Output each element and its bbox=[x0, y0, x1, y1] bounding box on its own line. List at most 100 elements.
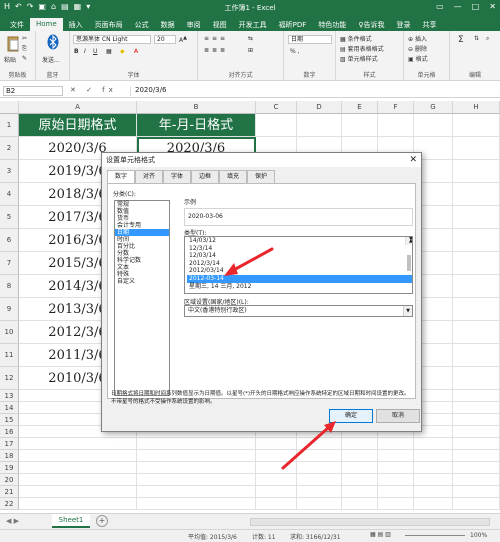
table-cell[interactable] bbox=[453, 390, 500, 402]
table-cell[interactable] bbox=[453, 367, 500, 390]
table-cell[interactable] bbox=[378, 462, 414, 474]
table-cell[interactable] bbox=[453, 321, 500, 344]
close-icon[interactable]: ✕ bbox=[489, 2, 496, 11]
table-cell[interactable] bbox=[453, 426, 500, 438]
table-cell[interactable] bbox=[414, 498, 453, 510]
row-header[interactable]: 1 bbox=[0, 114, 19, 137]
table-cell[interactable] bbox=[19, 462, 137, 474]
table-cell[interactable] bbox=[297, 486, 342, 498]
table-cell[interactable] bbox=[137, 438, 256, 450]
table-cell[interactable] bbox=[378, 450, 414, 462]
table-cell[interactable] bbox=[297, 450, 342, 462]
dialog-tab-fill[interactable]: 填充 bbox=[219, 170, 247, 183]
category-item[interactable]: 日期 bbox=[115, 229, 169, 236]
table-cell[interactable] bbox=[378, 438, 414, 450]
header-original-date[interactable]: 原始日期格式 bbox=[19, 114, 137, 137]
table-cell[interactable] bbox=[378, 114, 414, 137]
font-color-icon[interactable]: A bbox=[134, 48, 138, 55]
table-cell[interactable] bbox=[19, 438, 137, 450]
fill-color-icon[interactable]: ◆ bbox=[120, 48, 125, 55]
format-cells-button[interactable]: ▣ 格式 bbox=[408, 54, 428, 63]
format-painter-icon[interactable]: ✎ bbox=[22, 55, 27, 62]
cut-icon[interactable]: ✂ bbox=[22, 35, 27, 42]
category-item[interactable]: 会计专用 bbox=[115, 222, 169, 229]
table-cell[interactable] bbox=[414, 462, 453, 474]
row-header[interactable]: 7 bbox=[0, 252, 19, 275]
sort-filter-icon[interactable]: ⇅ bbox=[474, 35, 479, 42]
tab-file[interactable]: 文件 bbox=[4, 18, 30, 31]
tab-special-features[interactable]: 特色功能 bbox=[312, 18, 352, 31]
tab-page-layout[interactable]: 页面布局 bbox=[89, 18, 129, 31]
row-header[interactable]: 6 bbox=[0, 229, 19, 252]
type-item[interactable]: 12/03/14 bbox=[187, 252, 412, 260]
table-cell[interactable] bbox=[453, 450, 500, 462]
table-cell[interactable] bbox=[256, 474, 297, 486]
dialog-tab-alignment[interactable]: 对齐 bbox=[135, 170, 163, 183]
table-cell[interactable] bbox=[19, 474, 137, 486]
tab-data[interactable]: 数据 bbox=[155, 18, 181, 31]
category-item[interactable]: 百分比 bbox=[115, 243, 169, 250]
table-cell[interactable] bbox=[414, 114, 453, 137]
table-cell[interactable] bbox=[453, 344, 500, 367]
type-item[interactable]: 12/3/14 bbox=[187, 245, 412, 253]
table-cell[interactable] bbox=[414, 450, 453, 462]
wrap-text-icon[interactable]: ⇆ bbox=[248, 35, 253, 42]
column-header[interactable]: E bbox=[342, 101, 378, 114]
row-header[interactable]: 5 bbox=[0, 206, 19, 229]
table-cell[interactable] bbox=[414, 474, 453, 486]
category-item[interactable]: 文本 bbox=[115, 264, 169, 271]
bold-button[interactable]: B bbox=[74, 48, 79, 55]
row-header[interactable]: 22 bbox=[0, 498, 19, 510]
table-cell[interactable] bbox=[137, 486, 256, 498]
table-cell[interactable] bbox=[256, 114, 297, 137]
insert-cells-button[interactable]: ⊕ 插入 bbox=[408, 34, 427, 43]
table-cell[interactable] bbox=[342, 486, 378, 498]
row-header[interactable]: 15 bbox=[0, 414, 19, 426]
category-item[interactable]: 自定义 bbox=[115, 278, 169, 285]
table-cell[interactable] bbox=[342, 462, 378, 474]
sign-in-link[interactable]: 登录 bbox=[390, 18, 416, 31]
number-format-select[interactable]: 日期 bbox=[288, 35, 332, 44]
row-header[interactable]: 20 bbox=[0, 474, 19, 486]
table-cell[interactable] bbox=[19, 486, 137, 498]
table-cell[interactable] bbox=[342, 450, 378, 462]
bluetooth-send-button[interactable]: 发送... bbox=[42, 55, 60, 64]
scroll-thumb[interactable] bbox=[407, 255, 411, 271]
dialog-title-bar[interactable]: 设置单元格格式 ✕ bbox=[102, 153, 421, 167]
category-item[interactable]: 时间 bbox=[115, 236, 169, 243]
table-cell[interactable] bbox=[342, 438, 378, 450]
formula-input[interactable]: 2020/3/6 bbox=[130, 86, 495, 96]
table-cell[interactable] bbox=[256, 462, 297, 474]
cancel-button[interactable]: 取消 bbox=[376, 409, 420, 423]
category-item[interactable]: 数值 bbox=[115, 208, 169, 215]
table-cell[interactable] bbox=[453, 402, 500, 414]
column-header[interactable]: D bbox=[297, 101, 342, 114]
column-header[interactable]: C bbox=[256, 101, 297, 114]
table-cell[interactable] bbox=[297, 114, 342, 137]
column-header[interactable]: A bbox=[19, 101, 137, 114]
tab-review[interactable]: 审阅 bbox=[181, 18, 207, 31]
tab-home[interactable]: Home bbox=[30, 18, 63, 31]
table-cell[interactable] bbox=[453, 183, 500, 206]
table-cell[interactable] bbox=[256, 498, 297, 510]
dialog-tab-protection[interactable]: 保护 bbox=[247, 170, 275, 183]
category-item[interactable]: 特殊 bbox=[115, 271, 169, 278]
select-all-corner[interactable] bbox=[0, 101, 19, 114]
type-item[interactable]: 14/03/12 bbox=[187, 237, 412, 245]
grow-font-icon[interactable]: A▲ bbox=[179, 35, 187, 44]
column-header[interactable]: G bbox=[414, 101, 453, 114]
tab-insert[interactable]: 插入 bbox=[63, 18, 89, 31]
formula-buttons[interactable]: ✕ ✓ fx bbox=[70, 86, 117, 94]
conditional-formatting-button[interactable]: ▦ 条件格式 bbox=[340, 34, 372, 43]
table-cell[interactable] bbox=[378, 474, 414, 486]
table-cell[interactable] bbox=[342, 114, 378, 137]
table-cell[interactable] bbox=[453, 275, 500, 298]
horizontal-align-icons[interactable]: ≣≣≣ bbox=[204, 47, 228, 54]
name-box[interactable]: B2 bbox=[3, 86, 63, 96]
table-cell[interactable] bbox=[453, 486, 500, 498]
row-header[interactable]: 10 bbox=[0, 321, 19, 344]
table-cell[interactable] bbox=[19, 450, 137, 462]
row-header[interactable]: 4 bbox=[0, 183, 19, 206]
paste-button[interactable]: 粘贴 bbox=[4, 55, 16, 64]
delete-cells-button[interactable]: ⊖ 删除 bbox=[408, 44, 427, 53]
